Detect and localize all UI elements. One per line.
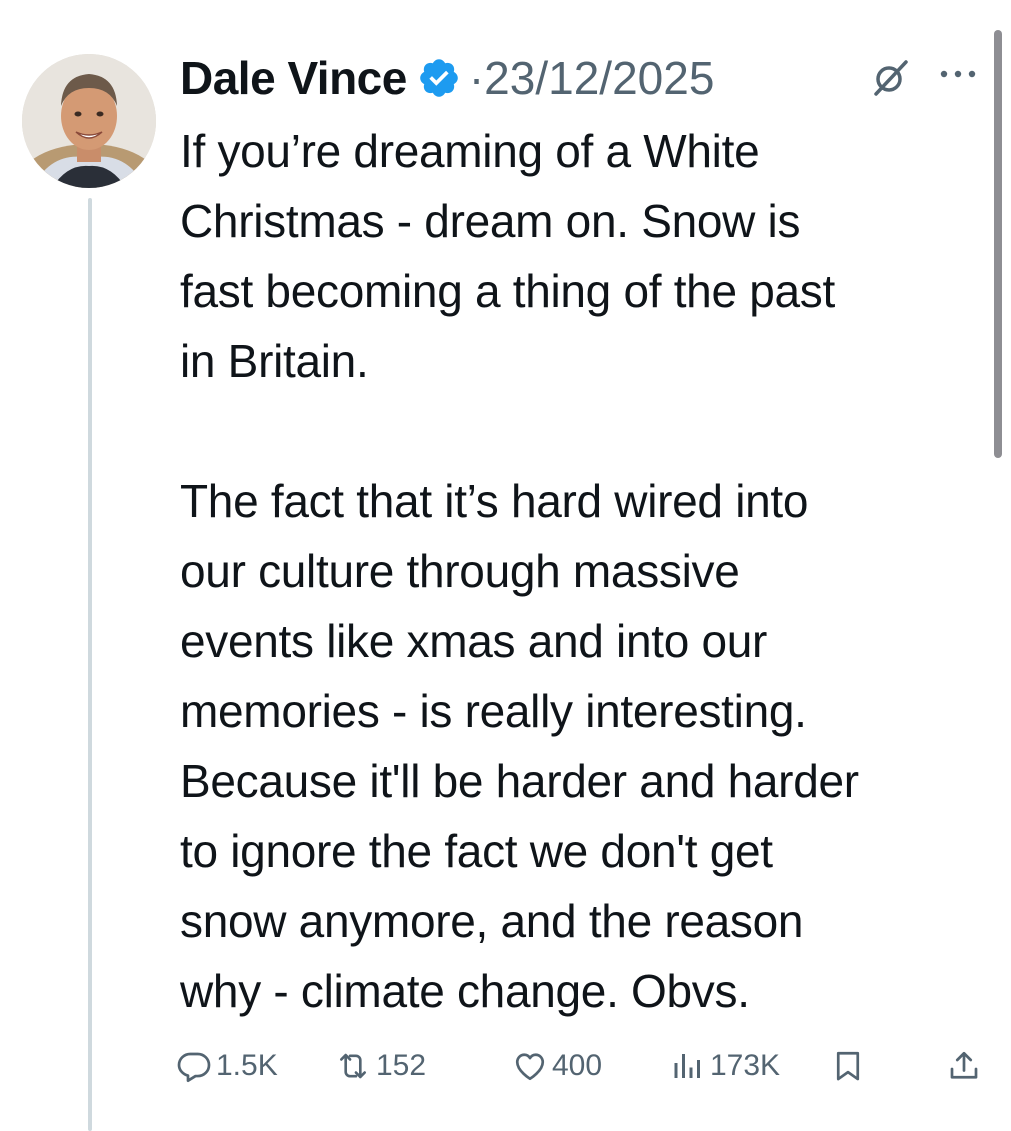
post-date[interactable]: 23/12/2025	[484, 52, 714, 104]
reply-count: 1.5K	[216, 1049, 278, 1082]
bookmark-icon	[836, 1051, 860, 1081]
reply-button[interactable]: 1.5K	[176, 1042, 278, 1090]
grok-icon[interactable]	[868, 54, 914, 100]
repost-count: 152	[376, 1049, 427, 1082]
repost-button[interactable]: 152	[334, 1042, 426, 1090]
author-name[interactable]: Dale Vince	[180, 51, 407, 105]
action-bar: 1.5K 152 400 173K	[176, 1042, 996, 1090]
post-header: Dale Vince ·23/12/2025	[180, 48, 990, 108]
heart-icon	[515, 1053, 545, 1081]
avatar-image	[22, 54, 156, 188]
like-button[interactable]: 400	[512, 1042, 602, 1090]
post-meta: ·23/12/2025	[469, 51, 715, 105]
views-button[interactable]: 173K	[670, 1042, 780, 1090]
avatar[interactable]	[22, 54, 156, 188]
share-icon	[950, 1051, 978, 1079]
bookmark-button[interactable]	[830, 1042, 866, 1090]
reply-icon	[177, 1052, 211, 1083]
more-options-icon[interactable]	[936, 62, 980, 86]
like-count: 400	[552, 1049, 603, 1082]
scrollbar-thumb[interactable]	[994, 30, 1002, 458]
post-text: If you’re dreaming of a White Christmas …	[180, 125, 859, 1017]
views-count: 173K	[710, 1049, 781, 1082]
separator-dot: ·	[468, 52, 485, 104]
thread-line	[88, 198, 92, 1131]
share-button[interactable]	[946, 1042, 982, 1090]
repost-icon	[339, 1053, 367, 1079]
verified-badge-icon[interactable]	[417, 56, 461, 100]
views-icon	[674, 1054, 700, 1078]
